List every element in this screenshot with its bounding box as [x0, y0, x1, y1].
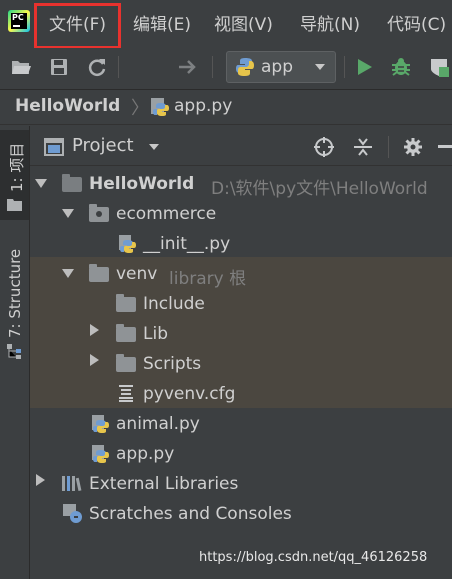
folder-icon: [62, 174, 82, 192]
structure-tab-label[interactable]: 7: Structure: [6, 249, 24, 338]
python-file-icon: [92, 445, 109, 463]
pycharm-logo-icon: PC: [8, 10, 30, 32]
folder-icon: [116, 354, 136, 372]
run-icon[interactable]: [353, 56, 375, 78]
menu-navigate[interactable]: 导航(N): [300, 10, 360, 35]
structure-icon: [7, 344, 21, 359]
chevron-down-icon[interactable]: [149, 144, 159, 150]
chevron-down-icon: [315, 64, 325, 70]
coverage-icon[interactable]: [428, 56, 450, 78]
collapse-all-icon[interactable]: [352, 136, 374, 158]
project-tab-label[interactable]: 1: 项目: [6, 143, 27, 192]
toolbar-separator: [344, 56, 345, 78]
library-icon: [62, 476, 82, 492]
locate-target-icon[interactable]: [313, 136, 335, 158]
menu-edit[interactable]: 编辑(E): [133, 10, 191, 35]
package-dot-icon: [96, 211, 102, 217]
collapsed-arrow-icon[interactable]: [90, 324, 99, 336]
panel-title[interactable]: Project: [72, 135, 134, 156]
breadcrumb-separator: 〉: [131, 98, 149, 119]
collapsed-arrow-icon[interactable]: [36, 474, 45, 486]
python-icon: [236, 58, 254, 76]
annotation-highlight-box: [34, 3, 121, 49]
breadcrumb-file[interactable]: app.py: [174, 96, 232, 116]
project-window-icon: [44, 138, 64, 156]
save-icon[interactable]: [48, 56, 70, 78]
toolbar-separator: [212, 56, 213, 78]
menu-view[interactable]: 视图(V): [214, 10, 273, 35]
python-file-icon: [92, 415, 109, 433]
config-file-icon: [119, 385, 133, 402]
expand-arrow-icon[interactable]: [62, 269, 74, 278]
watermark-text: https://blog.csdn.net/qq_46126258: [199, 550, 428, 565]
open-folder-icon[interactable]: [10, 56, 32, 78]
expand-arrow-icon[interactable]: [35, 179, 47, 188]
folder-icon: [7, 199, 22, 211]
folder-icon: [116, 324, 136, 342]
header-separator: [388, 136, 389, 158]
python-file-icon: [119, 235, 136, 253]
run-configuration-dropdown[interactable]: app: [226, 51, 336, 83]
python-file-icon: [151, 98, 169, 116]
forward-arrow-icon[interactable]: [176, 56, 198, 78]
menu-code[interactable]: 代码(C): [387, 10, 446, 35]
expand-arrow-icon[interactable]: [62, 209, 74, 218]
run-config-label: app: [261, 57, 293, 77]
debug-icon[interactable]: [390, 56, 412, 78]
breadcrumb-project[interactable]: HelloWorld: [15, 96, 120, 116]
sync-icon[interactable]: [86, 56, 108, 78]
folder-icon: [116, 294, 136, 312]
gear-icon[interactable]: [402, 136, 424, 158]
collapsed-arrow-icon[interactable]: [90, 354, 99, 366]
scratches-icon: [63, 504, 82, 523]
toolbar-separator: [118, 56, 119, 78]
library-folder-icon: [89, 264, 109, 282]
minimize-icon[interactable]: [438, 144, 452, 150]
